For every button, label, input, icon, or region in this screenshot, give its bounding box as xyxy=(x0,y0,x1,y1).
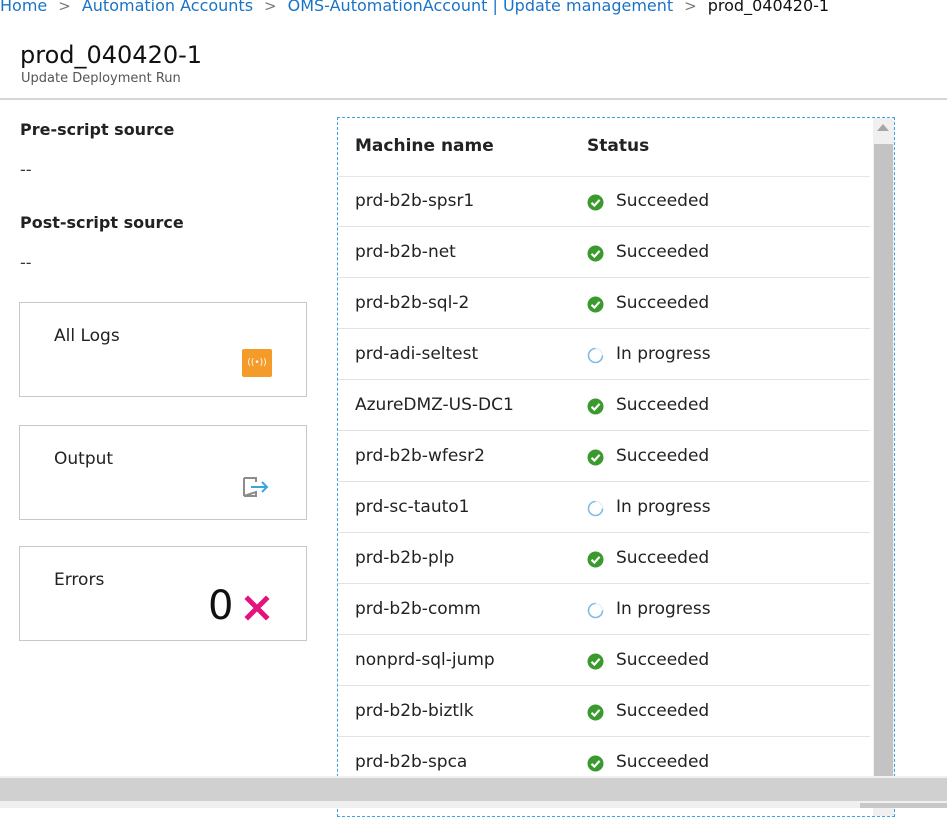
horizontal-scrollbar-thumb[interactable] xyxy=(0,778,947,801)
table-row[interactable]: prd-b2b-sql-2 Succeeded xyxy=(338,278,870,329)
machine-name-cell: prd-b2b-net xyxy=(355,242,456,262)
table-row[interactable]: prd-b2b-spsr1 Succeeded xyxy=(338,176,870,227)
scroll-up-arrow-icon[interactable] xyxy=(877,124,889,131)
machine-name-cell: prd-b2b-wfesr2 xyxy=(355,446,485,466)
breadcrumb-home-link[interactable]: Home xyxy=(0,0,47,15)
table-row[interactable]: prd-b2b-comm In progress xyxy=(338,584,870,635)
all-logs-tile[interactable]: All Logs ((•)) xyxy=(19,302,307,397)
table-row[interactable]: prd-b2b-biztlk Succeeded xyxy=(338,686,870,737)
machine-name-cell: prd-b2b-comm xyxy=(355,599,481,619)
spinner-icon xyxy=(587,347,604,364)
broadcast-icon: ((•)) xyxy=(242,349,272,377)
table-row[interactable]: prd-sc-tauto1 In progress xyxy=(338,482,870,533)
column-header-status[interactable]: Status xyxy=(587,136,649,156)
spinner-icon xyxy=(587,602,604,619)
output-label: Output xyxy=(54,449,114,469)
machine-name-cell: prd-b2b-sql-2 xyxy=(355,293,470,313)
table-row[interactable]: prd-b2b-net Succeeded xyxy=(338,227,870,278)
chevron-right-icon: > xyxy=(58,0,71,15)
post-script-label: Post-script source xyxy=(20,213,184,232)
machine-name-cell: prd-b2b-plp xyxy=(355,548,455,568)
breadcrumb-update-management-link[interactable]: OMS-AutomationAccount | Update managemen… xyxy=(288,0,674,15)
table-row[interactable]: prd-b2b-plp Succeeded xyxy=(338,533,870,584)
error-x-icon xyxy=(244,595,270,621)
status-cell: Succeeded xyxy=(616,446,710,466)
check-circle-icon xyxy=(587,653,604,670)
check-circle-icon xyxy=(587,296,604,313)
breadcrumb-current: prod_040420-1 xyxy=(707,0,830,15)
status-cell: Succeeded xyxy=(616,701,710,721)
machine-name-cell: prd-b2b-spsr1 xyxy=(355,191,475,211)
breadcrumb: Home > Automation Accounts > OMS-AutomationA… xyxy=(0,0,947,18)
check-circle-icon xyxy=(587,551,604,568)
table-header: Machine name Status xyxy=(338,118,870,177)
machine-name-cell: AzureDMZ-US-DC1 xyxy=(355,395,514,415)
table-row[interactable]: prd-adi-seltest In progress xyxy=(338,329,870,380)
pre-script-label: Pre-script source xyxy=(20,120,175,139)
status-cell: Succeeded xyxy=(616,548,710,568)
check-circle-icon xyxy=(587,194,604,211)
errors-label: Errors xyxy=(54,570,105,590)
vertical-scrollbar[interactable] xyxy=(873,118,894,816)
check-circle-icon xyxy=(587,704,604,721)
page-title: prod_040420-1 xyxy=(20,41,203,69)
machine-name-cell: prd-sc-tauto1 xyxy=(355,497,470,517)
status-cell: Succeeded xyxy=(616,752,710,772)
machine-name-cell: prd-adi-seltest xyxy=(355,344,479,364)
chevron-right-icon: > xyxy=(684,0,697,15)
errors-tile[interactable]: Errors 0 xyxy=(19,546,307,641)
machine-name-cell: prd-b2b-biztlk xyxy=(355,701,474,721)
vertical-scrollbar-thumb[interactable] xyxy=(874,144,893,784)
table-body: prd-b2b-spsr1 Succeeded prd-b2b-net Succeed… xyxy=(338,176,870,788)
output-tile[interactable]: Output xyxy=(19,425,307,520)
machines-table: Machine name Status prd-b2b-spsr1 Succeed… xyxy=(337,117,895,817)
table-row[interactable]: AzureDMZ-US-DC1 Succeeded xyxy=(338,380,870,431)
all-logs-label: All Logs xyxy=(54,326,120,346)
check-circle-icon xyxy=(587,755,604,772)
chevron-right-icon: > xyxy=(264,0,277,15)
table-row[interactable]: prd-b2b-wfesr2 Succeeded xyxy=(338,431,870,482)
machine-name-cell: prd-b2b-spca xyxy=(355,752,468,772)
errors-count: 0 xyxy=(208,583,234,629)
status-cell: Succeeded xyxy=(616,191,710,211)
check-circle-icon xyxy=(587,398,604,415)
status-cell: In progress xyxy=(616,599,711,619)
output-arrow-icon xyxy=(243,477,269,497)
machine-name-cell: nonprd-sql-jump xyxy=(355,650,495,670)
table-row[interactable]: nonprd-sql-jump Succeeded xyxy=(338,635,870,686)
check-circle-icon xyxy=(587,245,604,262)
status-cell: Succeeded xyxy=(616,395,710,415)
spinner-icon xyxy=(587,500,604,517)
horizontal-scrollbar-track xyxy=(860,803,947,808)
status-cell: Succeeded xyxy=(616,242,710,262)
column-header-machine-name[interactable]: Machine name xyxy=(355,136,494,156)
check-circle-icon xyxy=(587,449,604,466)
status-cell: Succeeded xyxy=(616,293,710,313)
header-divider xyxy=(0,98,947,100)
breadcrumb-automation-accounts-link[interactable]: Automation Accounts xyxy=(82,0,253,15)
status-cell: In progress xyxy=(616,344,711,364)
pre-script-value: -- xyxy=(20,160,32,179)
horizontal-scrollbar[interactable] xyxy=(0,776,947,808)
status-cell: In progress xyxy=(616,497,711,517)
page-subtitle: Update Deployment Run xyxy=(21,71,181,86)
post-script-value: -- xyxy=(20,253,32,272)
status-cell: Succeeded xyxy=(616,650,710,670)
